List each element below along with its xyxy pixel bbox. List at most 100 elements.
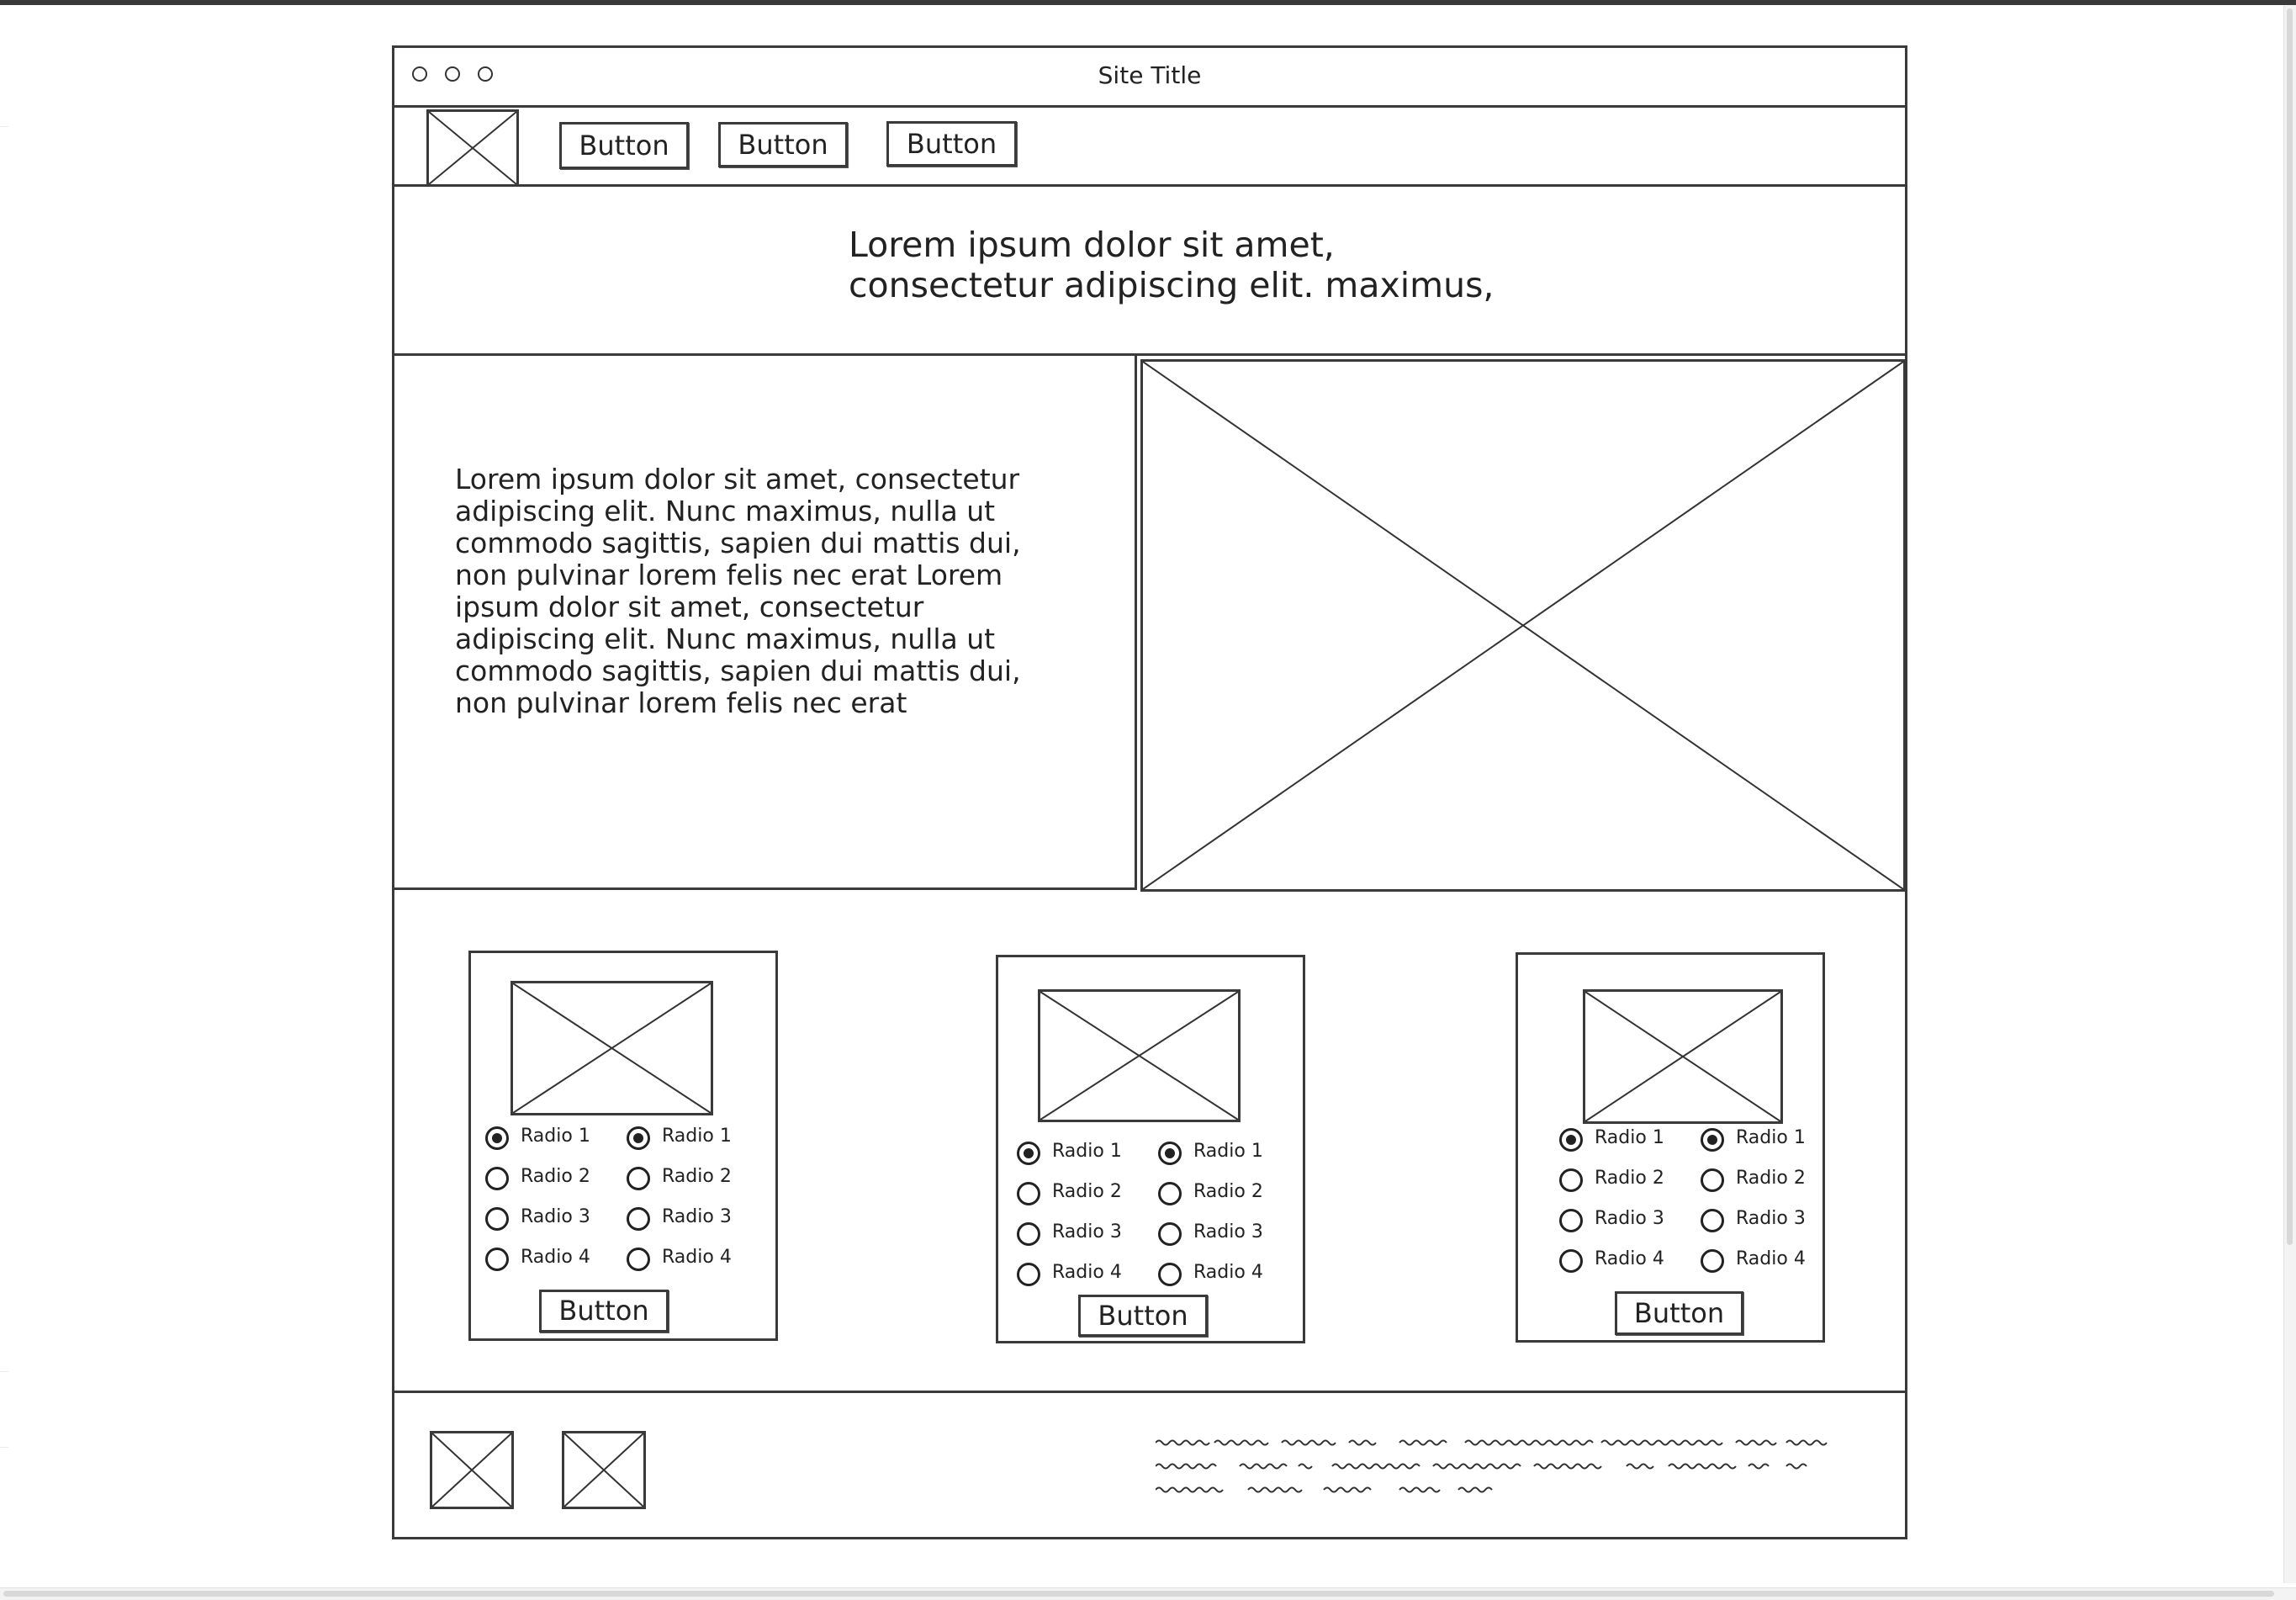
- radio-selected-icon[interactable]: [1017, 1142, 1040, 1165]
- radio-option[interactable]: Radio 4: [1017, 1256, 1160, 1296]
- radio-unselected-icon[interactable]: [1559, 1209, 1583, 1232]
- radio-option[interactable]: Radio 1: [485, 1120, 628, 1160]
- site-title: Site Title: [1098, 61, 1202, 89]
- body-line: adipiscing elit. Nunc maximus, nulla ut: [455, 495, 996, 527]
- body-line: Lorem ipsum dolor sit amet, consectetur: [455, 463, 1020, 495]
- radio-option[interactable]: Radio 3: [1701, 1202, 1844, 1242]
- radio-option[interactable]: Radio 2: [1701, 1162, 1844, 1202]
- radio-unselected-icon[interactable]: [1017, 1182, 1040, 1205]
- body-line: ipsum dolor sit amet, consectetur: [455, 591, 924, 623]
- radio-group-right: Radio 1 Radio 2 Radio 3 Radio 4: [1158, 1135, 1301, 1296]
- card-1-button[interactable]: Button: [539, 1290, 669, 1332]
- radio-unselected-icon[interactable]: [627, 1207, 650, 1231]
- vertical-scrollbar-thumb[interactable]: [2287, 8, 2293, 1245]
- radio-label: Radio 4: [521, 1247, 590, 1268]
- radio-option[interactable]: Radio 2: [485, 1160, 628, 1200]
- product-card-1: Radio 1 Radio 2 Radio 3 Radio 4 Radio 1 …: [468, 951, 778, 1341]
- radio-option[interactable]: Radio 2: [1559, 1162, 1702, 1202]
- radio-group-right: Radio 1 Radio 2 Radio 3 Radio 4: [1701, 1121, 1844, 1283]
- radio-option[interactable]: Radio 2: [1158, 1175, 1301, 1216]
- radio-option[interactable]: Radio 3: [627, 1200, 770, 1241]
- radio-option[interactable]: Radio 1: [1559, 1121, 1702, 1162]
- radio-option[interactable]: Radio 1: [1017, 1135, 1160, 1175]
- nav-button-1[interactable]: Button: [559, 122, 689, 169]
- radio-label: Radio 4: [1193, 1262, 1263, 1283]
- radio-option[interactable]: Radio 1: [1158, 1135, 1301, 1175]
- radio-unselected-icon[interactable]: [1701, 1168, 1724, 1192]
- radio-option[interactable]: Radio 1: [627, 1120, 770, 1160]
- product-card-3: Radio 1 Radio 2 Radio 3 Radio 4 Radio 1 …: [1516, 952, 1825, 1343]
- hero-text: Lorem ipsum dolor sit amet, consectetur …: [849, 225, 1606, 305]
- wireframe-window: Site Title Button Button Button Lorem ip…: [392, 45, 1907, 1539]
- card-image-placeholder: [511, 981, 713, 1115]
- vertical-scrollbar[interactable]: [2283, 5, 2296, 1583]
- radio-label: Radio 2: [1193, 1181, 1263, 1202]
- radio-unselected-icon[interactable]: [1559, 1249, 1583, 1273]
- footer-image-placeholder-2: [562, 1431, 646, 1509]
- radio-group-left: Radio 1 Radio 2 Radio 3 Radio 4: [1559, 1121, 1702, 1283]
- radio-option[interactable]: Radio 4: [485, 1241, 628, 1281]
- radio-unselected-icon[interactable]: [1701, 1249, 1724, 1273]
- radio-option[interactable]: Radio 3: [1017, 1216, 1160, 1256]
- radio-label: Radio 1: [521, 1126, 590, 1147]
- radio-option[interactable]: Radio 3: [1158, 1216, 1301, 1256]
- radio-label: Radio 3: [662, 1206, 732, 1227]
- radio-selected-icon[interactable]: [1559, 1128, 1583, 1152]
- radio-selected-icon[interactable]: [1158, 1142, 1182, 1165]
- hero-line-2: consectetur adipiscing elit. maximus,: [849, 265, 1495, 305]
- footer: [394, 1393, 1905, 1537]
- window-title-bar: Site Title: [394, 48, 1905, 108]
- radio-label: Radio 3: [1193, 1221, 1263, 1242]
- radio-selected-icon[interactable]: [627, 1126, 650, 1150]
- radio-unselected-icon[interactable]: [1701, 1209, 1724, 1232]
- gutter-mark: [0, 1371, 8, 1372]
- radio-unselected-icon[interactable]: [1017, 1222, 1040, 1246]
- radio-option[interactable]: Radio 4: [1158, 1256, 1301, 1296]
- radio-label: Radio 2: [1736, 1168, 1806, 1189]
- radio-option[interactable]: Radio 4: [627, 1241, 770, 1281]
- radio-option[interactable]: Radio 3: [485, 1200, 628, 1241]
- card-image-placeholder: [1038, 989, 1241, 1122]
- radio-label: Radio 2: [1052, 1181, 1122, 1202]
- radio-label: Radio 2: [1595, 1168, 1664, 1189]
- horizontal-scrollbar-thumb[interactable]: [3, 1591, 2274, 1597]
- radio-label: Radio 3: [1595, 1208, 1664, 1229]
- radio-option[interactable]: Radio 4: [1559, 1242, 1702, 1283]
- nav-button-3[interactable]: Button: [886, 121, 1017, 167]
- radio-unselected-icon[interactable]: [1158, 1263, 1182, 1286]
- radio-option[interactable]: Radio 4: [1701, 1242, 1844, 1283]
- body-line: non pulvinar lorem felis nec erat Lorem: [455, 559, 1003, 591]
- radio-option[interactable]: Radio 3: [1559, 1202, 1702, 1242]
- radio-unselected-icon[interactable]: [1017, 1263, 1040, 1286]
- card-3-button[interactable]: Button: [1615, 1291, 1743, 1335]
- radio-label: Radio 1: [1595, 1127, 1664, 1148]
- radio-option[interactable]: Radio 2: [1017, 1175, 1160, 1216]
- radio-unselected-icon[interactable]: [627, 1167, 650, 1190]
- radio-selected-icon[interactable]: [485, 1126, 509, 1150]
- radio-option[interactable]: Radio 2: [627, 1160, 770, 1200]
- radio-unselected-icon[interactable]: [1559, 1168, 1583, 1192]
- radio-label: Radio 4: [1595, 1248, 1664, 1269]
- radio-unselected-icon[interactable]: [1158, 1182, 1182, 1205]
- card-2-button[interactable]: Button: [1078, 1295, 1208, 1337]
- radio-option[interactable]: Radio 1: [1701, 1121, 1844, 1162]
- radio-label: Radio 3: [521, 1206, 590, 1227]
- radio-unselected-icon[interactable]: [485, 1207, 509, 1231]
- radio-unselected-icon[interactable]: [1158, 1222, 1182, 1246]
- body-line: commodo sagittis, sapien dui mattis dui,: [455, 654, 1021, 687]
- nav-button-2[interactable]: Button: [718, 122, 848, 167]
- radio-selected-icon[interactable]: [1701, 1128, 1724, 1152]
- logo-image-placeholder: [426, 109, 519, 187]
- body-paragraph: Lorem ipsum dolor sit amet, consectetur …: [455, 464, 1094, 719]
- radio-unselected-icon[interactable]: [485, 1167, 509, 1190]
- radio-unselected-icon[interactable]: [485, 1248, 509, 1271]
- radio-unselected-icon[interactable]: [627, 1248, 650, 1271]
- cards-section: Radio 1 Radio 2 Radio 3 Radio 4 Radio 1 …: [394, 890, 1905, 1393]
- hero-line-1: Lorem ipsum dolor sit amet,: [849, 225, 1335, 265]
- hero-banner: Lorem ipsum dolor sit amet, consectetur …: [394, 187, 1905, 356]
- radio-label: Radio 4: [1052, 1262, 1122, 1283]
- horizontal-scrollbar[interactable]: [0, 1587, 2296, 1600]
- radio-group-right: Radio 1 Radio 2 Radio 3 Radio 4: [627, 1120, 770, 1281]
- gutter-mark: [0, 126, 8, 127]
- radio-label: Radio 1: [662, 1126, 732, 1147]
